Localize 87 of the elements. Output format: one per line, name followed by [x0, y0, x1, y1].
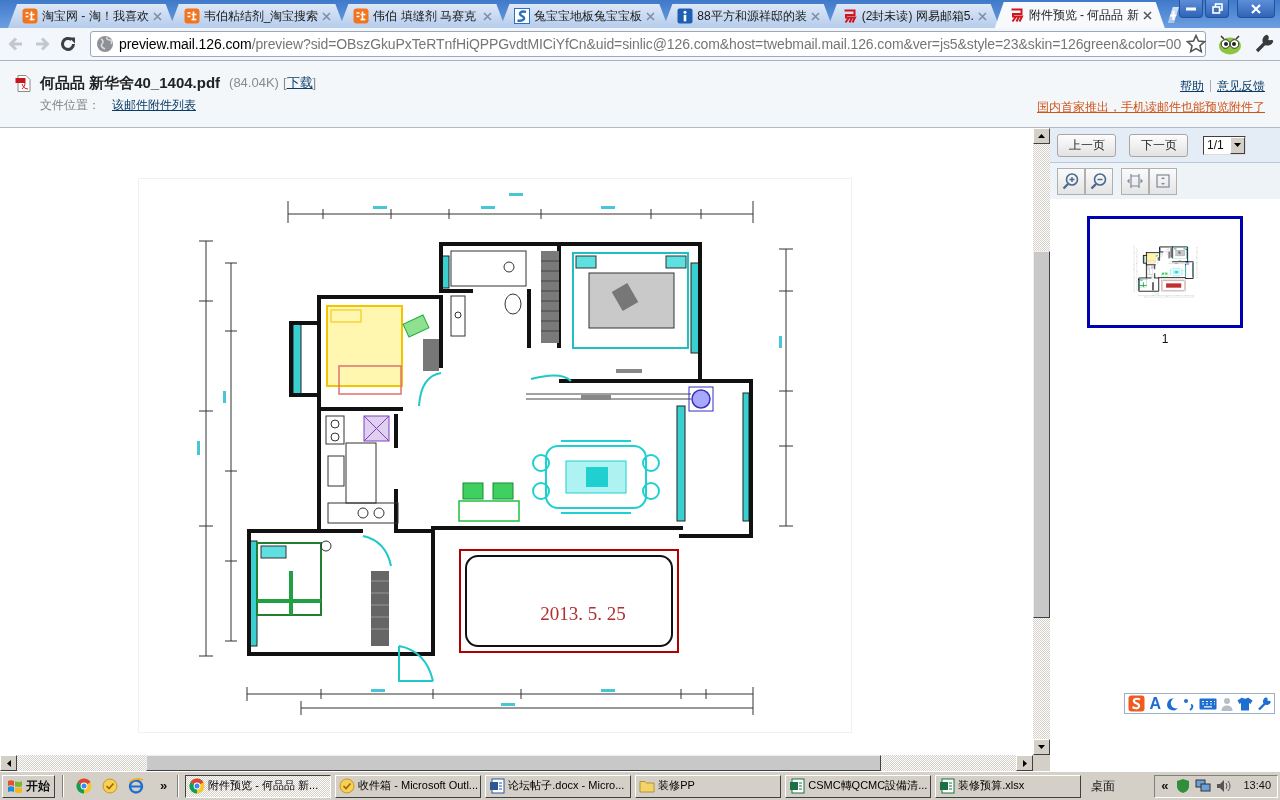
- scroll-left-button[interactable]: [0, 755, 17, 771]
- globe-icon: [96, 35, 114, 53]
- wrench-icon[interactable]: [1254, 34, 1274, 54]
- shield-icon[interactable]: [1176, 778, 1191, 794]
- spreadsheet-icon: [939, 778, 956, 794]
- browser-tab[interactable]: 附件预览 - 何品品 新: [994, 2, 1165, 28]
- folder-icon: [639, 778, 656, 794]
- check-circle-icon: [339, 778, 356, 794]
- flag-logo-icon: [7, 779, 23, 793]
- help-link[interactable]: 帮助: [1180, 79, 1204, 94]
- taskbar-button[interactable]: 装修预算.xlsx: [935, 774, 1082, 798]
- taskbar-button[interactable]: 附件预览 - 何品品 新...: [185, 774, 332, 798]
- file-name: 何品品 新华舍40_1404.pdf: [40, 74, 221, 92]
- date-text: 2013. 5. 25: [540, 603, 626, 624]
- taskbar-button[interactable]: 收件箱 - Microsoft Outl...: [335, 774, 482, 798]
- reload-icon[interactable]: [58, 34, 78, 54]
- keyboard-icon[interactable]: [1199, 697, 1217, 710]
- check-circle-icon[interactable]: [102, 778, 118, 794]
- close-window-button[interactable]: [1237, 0, 1275, 18]
- page-select[interactable]: 1/1: [1203, 135, 1246, 155]
- pdf-file-icon: [15, 74, 32, 92]
- document-icon: [489, 778, 506, 794]
- fit-width-icon: [1126, 172, 1144, 190]
- tile-logo-icon[interactable]: [1128, 695, 1146, 712]
- down-triangle-icon: [1038, 745, 1045, 749]
- quick-launch-more[interactable]: »: [158, 778, 171, 794]
- scrollbar-thumb[interactable]: [146, 755, 881, 771]
- thumbnail-drawing: [1132, 245, 1198, 299]
- new-tab-button[interactable]: [1167, 7, 1179, 23]
- browser-tab[interactable]: 88平方和源祥邸的装: [663, 4, 833, 28]
- close-icon[interactable]: [1142, 10, 1152, 20]
- scroll-right-button[interactable]: [1016, 755, 1033, 771]
- tile-logo-icon: [353, 8, 370, 24]
- punctuation-icon[interactable]: [1183, 696, 1195, 711]
- restore-icon: [1211, 3, 1223, 14]
- left-triangle-icon: [6, 759, 11, 767]
- up-triangle-icon: [1038, 134, 1045, 138]
- restore-button[interactable]: [1205, 0, 1229, 18]
- zoom-out-button[interactable]: [1085, 167, 1113, 195]
- zoom-in-button[interactable]: [1057, 167, 1085, 195]
- network-icon[interactable]: [1195, 779, 1212, 793]
- scrollbar-thumb[interactable]: [1033, 251, 1050, 618]
- taskbar-button[interactable]: 论坛帖子.docx - Micro...: [485, 774, 632, 798]
- page-number-label: 1: [1160, 332, 1170, 347]
- swirl-logo-icon: [514, 8, 531, 24]
- feedback-link[interactable]: 意见反馈: [1217, 79, 1265, 94]
- page-thumbnail[interactable]: [1087, 216, 1243, 328]
- tile-logo-icon: [22, 8, 38, 24]
- moon-icon[interactable]: [1165, 696, 1179, 711]
- input-mode-toggle[interactable]: A: [1149, 695, 1161, 712]
- previous-page-button[interactable]: 上一页: [1057, 133, 1116, 157]
- zoom-out-icon: [1090, 172, 1108, 190]
- download-link[interactable]: [下载]: [282, 75, 317, 91]
- close-icon: [1251, 3, 1261, 14]
- e-logo-icon[interactable]: [128, 778, 144, 794]
- desktop-toolbar-label[interactable]: 桌面: [1091, 778, 1116, 794]
- plus-icon: [1168, 10, 1178, 20]
- circle-logo-icon[interactable]: [76, 778, 92, 794]
- address-field[interactable]: preview.mail.126.com/preview?sid=OBszGkuPxTeRTnfHiQPPGvdtMICiYfCn&uid=sinlic@126.com&host=twebmail.mail.126.com&ver=js5&style=23&skin=126green&color=00: [90, 31, 1206, 57]
- right-triangle-icon: [1022, 759, 1027, 767]
- start-button[interactable]: 开始: [2, 774, 55, 798]
- fit-page-icon: [1154, 172, 1172, 190]
- url-text: preview.mail.126.com/preview?sid=OBszGkuPxTeRTnfHiQPPGvdtMICiYfCn&uid=sinlic@126.com&host=twebmail.mail.126.com&ver=js5&style=23&skin=126green&color=00: [119, 35, 1182, 53]
- shirt-icon[interactable]: [1237, 696, 1253, 711]
- promo-link[interactable]: 国内首家推出，手机读邮件也能预览附件了: [1037, 100, 1265, 115]
- taskbar-button[interactable]: CSMC轉QCMC設備清...: [785, 774, 932, 798]
- dropdown-arrow-icon: [1234, 143, 1241, 147]
- attachment-list-link[interactable]: 该邮件附件列表: [112, 98, 196, 113]
- spreadsheet-icon: [789, 778, 806, 794]
- info-icon: [677, 8, 694, 24]
- minimize-button[interactable]: [1179, 0, 1203, 18]
- scroll-up-button[interactable]: [1033, 128, 1050, 144]
- scroll-down-button[interactable]: [1033, 739, 1050, 755]
- location-label: 文件位置：: [40, 98, 100, 113]
- goggle-eyes-icon[interactable]: [1218, 33, 1242, 55]
- wrench-icon[interactable]: [1257, 696, 1271, 711]
- taskbar-button[interactable]: 装修PP: [635, 774, 782, 798]
- file-size: (84.04K): [229, 75, 279, 91]
- minimize-icon: [1186, 6, 1196, 11]
- clock: 13:40: [1243, 779, 1271, 793]
- show-hidden-icons[interactable]: «: [1159, 778, 1172, 794]
- next-page-button[interactable]: 下一页: [1129, 133, 1188, 157]
- star-icon[interactable]: [1186, 34, 1207, 54]
- circle-logo-icon: [189, 778, 206, 794]
- zoom-in-icon: [1062, 172, 1080, 190]
- speaker-icon[interactable]: [1216, 779, 1233, 793]
- tile-logo-icon: [183, 8, 200, 24]
